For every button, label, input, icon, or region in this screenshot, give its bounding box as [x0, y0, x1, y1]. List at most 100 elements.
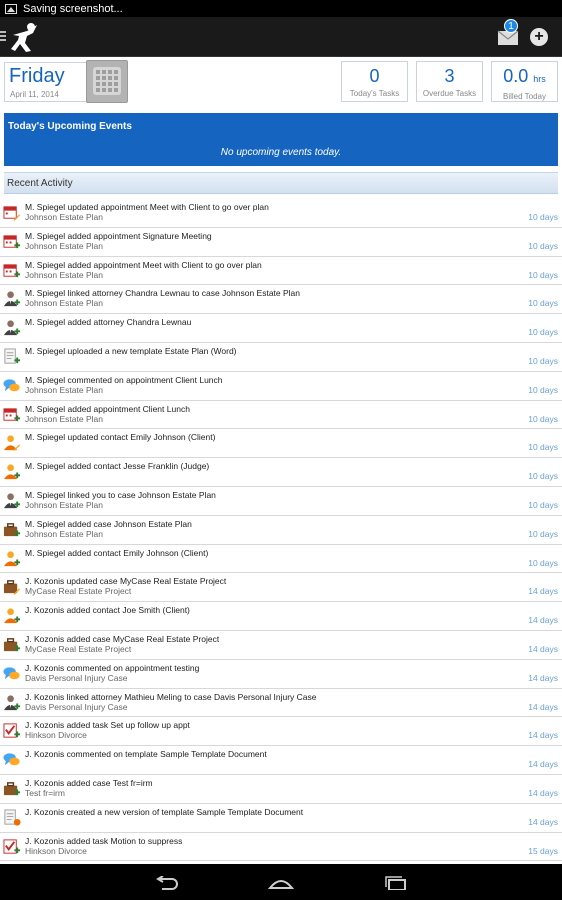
activity-time: 10 days	[528, 327, 558, 338]
recent-activity-title: Recent Activity	[7, 178, 73, 189]
attorney-add-icon	[3, 493, 21, 509]
activity-row[interactable]: M. Spiegel added contact Emily Johnson (…	[0, 545, 562, 574]
activity-time: 10 days	[528, 384, 558, 395]
activity-text: M. Spiegel added contact Jesse Franklin …	[25, 461, 210, 472]
activity-text: M. Spiegel linked you to case Johnson Es…	[25, 489, 216, 500]
activity-row[interactable]: M. Spiegel uploaded a new template Estat…	[0, 343, 562, 372]
contact-add-icon	[3, 464, 21, 480]
day-name: Friday	[9, 65, 65, 87]
activity-row[interactable]: J. Kozonis linked attorney Mathieu Melin…	[0, 689, 562, 718]
comment-icon	[3, 379, 20, 391]
activity-time: 14 days	[528, 643, 558, 654]
activity-row[interactable]: J. Kozonis updated case MyCase Real Esta…	[0, 573, 562, 603]
app-logo-icon[interactable]	[7, 21, 41, 53]
activity-row[interactable]: M. Spiegel linked attorney Chandra Lewna…	[0, 285, 562, 315]
activity-row[interactable]: M. Spiegel added case Johnson Estate Pla…	[0, 516, 562, 545]
back-icon[interactable]	[154, 876, 180, 890]
activity-row[interactable]: M. Spiegel added appointment Client Lunc…	[0, 401, 562, 430]
image-icon	[5, 3, 17, 14]
activity-row[interactable]: J. Kozonis added case MyCase Real Estate…	[0, 631, 562, 660]
task-add-icon	[3, 723, 21, 738]
drawer-menu-icon[interactable]	[0, 31, 6, 43]
activity-text: M. Spiegel commented on appointment Clie…	[25, 374, 223, 385]
activity-case: Hinkson Divorce	[25, 845, 87, 856]
activity-time: 10 days	[528, 298, 558, 309]
activity-case: Johnson Estate Plan	[25, 212, 103, 222]
status-text: Saving screenshot...	[23, 2, 123, 15]
activity-text: M. Spiegel added appointment Meet with C…	[25, 259, 262, 270]
activity-time: 14 days	[528, 730, 558, 741]
activity-time: 14 days	[528, 701, 558, 712]
activity-time: 10 days	[528, 528, 558, 539]
activity-row[interactable]: M. Spiegel updated contact Emily Johnson…	[0, 429, 562, 459]
activity-row[interactable]: M. Spiegel added appointment Signature M…	[0, 228, 562, 257]
activity-list: M. Spiegel updated appointment Meet with…	[0, 199, 562, 862]
home-icon[interactable]	[268, 876, 294, 890]
upcoming-events-panel: Today's Upcoming Events No upcoming even…	[4, 113, 558, 166]
calendar-add-icon	[3, 263, 21, 277]
activity-row[interactable]: M. Spiegel updated appointment Meet with…	[0, 199, 562, 228]
activity-time: 14 days	[528, 759, 558, 770]
recent-apps-icon[interactable]	[383, 876, 409, 890]
document-version-icon	[4, 809, 21, 826]
case-edit-icon	[3, 580, 21, 596]
activity-text: M. Spiegel added appointment Signature M…	[25, 230, 212, 241]
summary-header: Friday April 11, 2014 0 Today's Tasks 3 …	[0, 57, 562, 107]
activity-case: Test fr=irm	[25, 787, 65, 798]
activity-case: Johnson Estate Plan	[25, 240, 103, 251]
case-add-icon	[3, 638, 21, 652]
action-bar: 1 +	[0, 17, 562, 57]
activity-text: M. Spiegel updated appointment Meet with…	[25, 202, 269, 212]
activity-text: J. Kozonis created a new version of temp…	[25, 806, 304, 817]
contact-add-icon	[3, 608, 21, 624]
calendar-button[interactable]	[86, 60, 128, 103]
activity-time: 14 days	[528, 615, 558, 626]
activity-case: MyCase Real Estate Project	[25, 586, 132, 597]
billed-today-value: 0.0	[503, 66, 529, 86]
activity-time: 10 days	[528, 212, 558, 222]
case-add-icon	[3, 522, 21, 536]
activity-row[interactable]: J. Kozonis added task Set up follow up a…	[0, 717, 562, 747]
activity-row[interactable]: J. Kozonis added contact Joe Smith (Clie…	[0, 602, 562, 631]
activity-row[interactable]: M. Spiegel linked you to case Johnson Es…	[0, 487, 562, 516]
activity-text: J. Kozonis added case MyCase Real Estate…	[25, 633, 220, 644]
activity-time: 10 days	[528, 471, 558, 482]
activity-row[interactable]: J. Kozonis commented on appointment test…	[0, 660, 562, 689]
activity-time: 10 days	[528, 240, 558, 251]
calendar-add-icon	[3, 407, 21, 421]
mail-badge: 1	[504, 19, 518, 33]
billed-today-label: Billed Today	[503, 92, 546, 101]
todays-tasks-count: 0	[369, 66, 380, 86]
activity-text: J. Kozonis added task Motion to suppress	[25, 835, 183, 846]
activity-time: 10 days	[528, 499, 558, 510]
activity-case: Davis Personal Injury Case	[25, 701, 128, 712]
activity-row[interactable]: M. Spiegel commented on appointment Clie…	[0, 372, 562, 401]
billed-today-stat[interactable]: 0.0 hrs Billed Today	[491, 61, 558, 102]
activity-time: 15 days	[528, 845, 558, 856]
document-add-icon	[4, 348, 21, 364]
activity-row[interactable]: M. Spiegel added attorney Chandra Lewnau…	[0, 314, 562, 343]
activity-row[interactable]: J. Kozonis created a new version of temp…	[0, 804, 562, 833]
activity-time: 10 days	[528, 355, 558, 366]
activity-text: J. Kozonis added task Set up follow up a…	[25, 720, 190, 731]
activity-text: J. Kozonis commented on appointment test…	[25, 662, 200, 673]
calendar-add-icon	[3, 235, 21, 248]
activity-case: Johnson Estate Plan	[25, 528, 103, 539]
activity-row[interactable]: J. Kozonis commented on template Sample …	[0, 746, 562, 775]
add-button[interactable]: +	[530, 28, 548, 46]
activity-row[interactable]: J. Kozonis added case Test fr=irm Test fr…	[0, 775, 562, 804]
overdue-tasks-count: 3	[444, 66, 455, 86]
attorney-add-icon	[3, 291, 21, 307]
activity-case: Johnson Estate Plan	[25, 499, 103, 510]
upcoming-events-title: Today's Upcoming Events	[8, 121, 132, 132]
todays-tasks-stat[interactable]: 0 Today's Tasks	[341, 61, 408, 102]
overdue-tasks-stat[interactable]: 3 Overdue Tasks	[416, 61, 483, 102]
activity-row[interactable]: M. Spiegel added appointment Meet with C…	[0, 257, 562, 286]
attorney-add-icon	[3, 694, 21, 710]
activity-case: Johnson Estate Plan	[25, 384, 103, 395]
case-add-icon	[3, 782, 21, 796]
activity-text: J. Kozonis added contact Joe Smith (Clie…	[25, 605, 190, 616]
activity-row[interactable]: J. Kozonis added task Motion to suppress…	[0, 833, 562, 862]
activity-row[interactable]: M. Spiegel added contact Jesse Franklin …	[0, 458, 562, 487]
contact-add-icon	[3, 550, 21, 566]
